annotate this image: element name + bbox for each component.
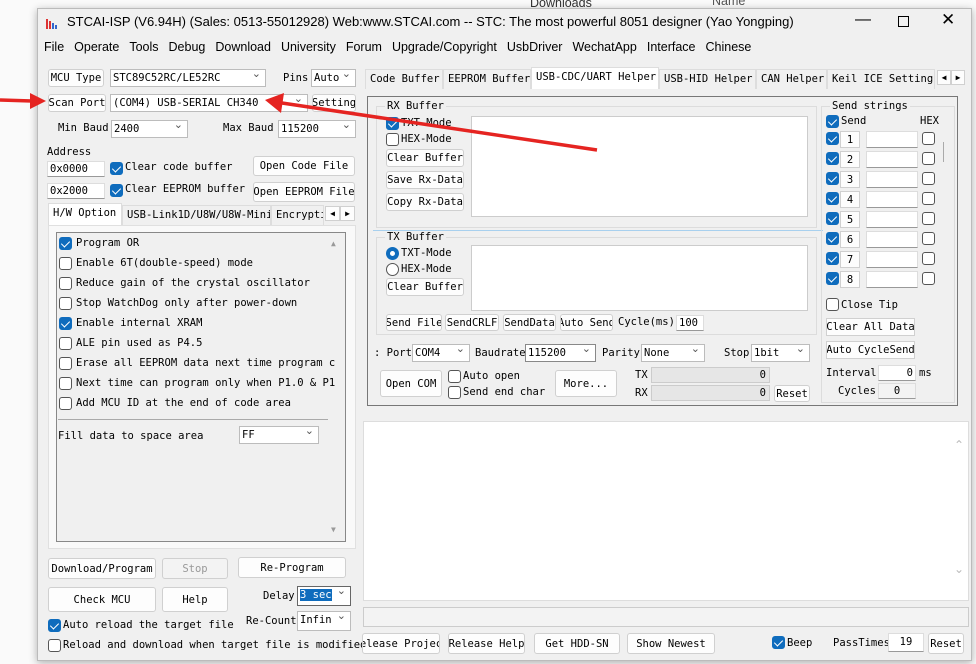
annotation-arrow-port bbox=[265, 93, 598, 152]
annotation-arrow-scan-port bbox=[0, 93, 46, 109]
annotation-arrows bbox=[0, 93, 598, 152]
